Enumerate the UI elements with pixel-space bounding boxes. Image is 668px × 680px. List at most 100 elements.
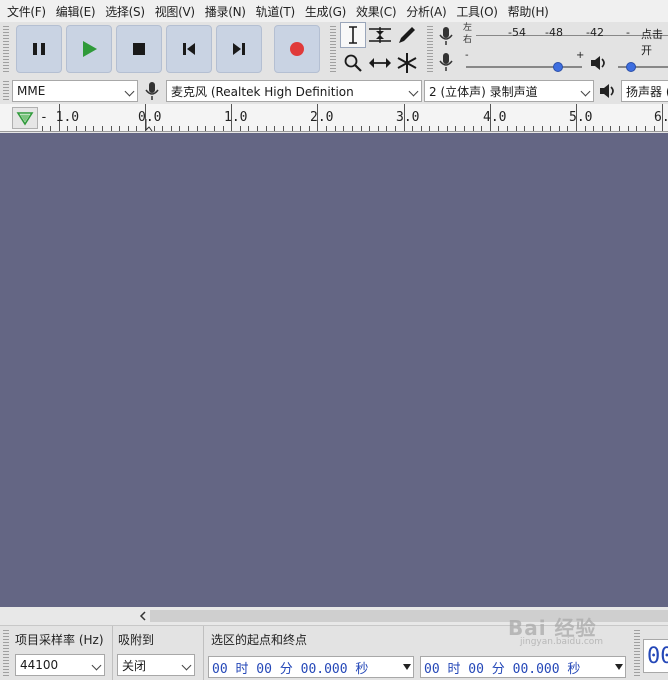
ruler-tick [472, 126, 474, 131]
stop-icon [133, 43, 145, 55]
speaker-icon [600, 84, 614, 98]
ruler-tick [119, 126, 121, 131]
ruler-tick [593, 126, 595, 131]
watermark-url: jingyan.baidu.com [520, 637, 604, 647]
ruler-tick [420, 126, 422, 131]
ruler-tick [162, 126, 164, 131]
ruler-tick [386, 126, 388, 131]
chevron-down-icon [181, 660, 192, 671]
snap-to-select[interactable]: 关闭 [117, 654, 195, 676]
channels-select[interactable]: 2 (立体声) 录制声道 [424, 80, 594, 102]
output-device-value: 扬声器 ( [626, 84, 668, 99]
menu-edit[interactable]: 编辑(E) [51, 3, 100, 20]
ruler-tick [196, 126, 198, 131]
menu-generate[interactable]: 生成(G) [300, 3, 351, 20]
skip-to-end-button[interactable] [216, 25, 262, 73]
project-rate-select[interactable]: 44100 [15, 654, 105, 676]
ruler-tick [93, 126, 95, 131]
snap-to-value: 关闭 [122, 658, 147, 673]
meter-tick: -48 [545, 26, 563, 39]
audio-host-value: MME [17, 84, 46, 98]
record-volume-slider[interactable] [466, 61, 582, 73]
record-icon [290, 42, 304, 56]
ruler-tick [265, 126, 267, 131]
ruler-label: 5.0 [569, 110, 593, 125]
output-device-select[interactable]: 扬声器 ( [621, 80, 668, 102]
menu-transport[interactable]: 播录(N) [200, 3, 251, 20]
menu-tools[interactable]: 工具(O) [451, 3, 502, 20]
skip-to-start-icon [183, 43, 195, 55]
record-button[interactable] [274, 25, 320, 73]
meter-grip[interactable] [427, 26, 433, 74]
microphone-icon [439, 27, 453, 45]
selection-start-time[interactable]: 00 时 00 分 00.000 秒 [208, 656, 414, 678]
input-device-select[interactable]: 麦克风 (Realtek High Definition [166, 80, 422, 102]
menu-tracks[interactable]: 轨道(T) [251, 3, 300, 20]
menu-file[interactable]: 文件(F) [2, 3, 51, 20]
cursor-icon [145, 119, 153, 132]
pause-button[interactable] [16, 25, 62, 73]
ruler-tick [282, 126, 284, 131]
stop-button[interactable] [116, 25, 162, 73]
meter-left-label: 左 [463, 23, 473, 33]
menu-analyze[interactable]: 分析(A) [401, 3, 451, 20]
meter-tick: - [626, 26, 630, 39]
selection-tool[interactable] [340, 22, 366, 48]
output-device-speaker [598, 82, 618, 103]
meter-click-hint: 点击开 [641, 28, 663, 57]
menu-view[interactable]: 视图(V) [150, 3, 200, 20]
skip-to-end-icon [233, 43, 245, 55]
audio-host-select[interactable]: MME [12, 80, 138, 102]
ruler-tick [455, 126, 457, 131]
audio-position-display[interactable]: 00 [643, 639, 668, 673]
track-area[interactable] [0, 133, 668, 607]
envelope-tool[interactable] [367, 22, 393, 48]
timeline-ruler[interactable]: - 1.0 0.0 1.0 2.0 3.0 4.0 5.0 6. [0, 104, 668, 132]
record-slider-max: + [576, 50, 585, 61]
ruler-tick [257, 126, 259, 131]
tools-grip[interactable] [330, 26, 336, 74]
time-shift-tool[interactable] [367, 50, 393, 76]
record-slider-min: - [465, 50, 469, 61]
record-meter[interactable]: -54 -48 -42 - 点击开 [476, 26, 668, 57]
meter-right-label: 右 [463, 35, 473, 45]
ruler-tick [351, 126, 353, 131]
ruler-tick [541, 126, 543, 131]
transport-grip[interactable] [3, 26, 9, 74]
multi-tool[interactable] [394, 50, 420, 76]
chevron-down-icon [580, 86, 591, 97]
selection-end-time[interactable]: 00 时 00 分 00.000 秒 [420, 656, 626, 678]
ruler-label: 3.0 [396, 110, 420, 125]
ruler-tick [213, 126, 215, 131]
ruler-tick [343, 126, 345, 131]
divider [203, 626, 204, 680]
device-grip[interactable] [3, 81, 9, 101]
project-rate-value: 44100 [20, 658, 59, 672]
play-head-button[interactable] [12, 107, 38, 129]
microphone-icon [439, 53, 453, 71]
playback-volume-knob[interactable] [626, 62, 636, 72]
menu-effect[interactable]: 效果(C) [351, 3, 401, 20]
ruler-tick [438, 126, 440, 131]
play-icon [83, 41, 97, 57]
menu-help[interactable]: 帮助(H) [503, 3, 554, 20]
selection-grip[interactable] [3, 630, 9, 678]
draw-tool[interactable] [394, 22, 420, 48]
record-meter-mic[interactable] [437, 26, 455, 49]
ruler-label: 1.0 [224, 110, 248, 125]
input-device-mic [143, 81, 161, 104]
channels-value: 2 (立体声) 录制声道 [429, 84, 538, 99]
ruler-tick [644, 126, 646, 131]
device-toolbar: MME 麦克风 (Realtek High Definition 2 (立体声)… [0, 78, 668, 104]
record-volume-knob[interactable] [552, 62, 563, 72]
menu-select[interactable]: 选择(S) [100, 3, 149, 20]
ruler-tick [76, 126, 78, 131]
time-grip[interactable] [634, 630, 640, 678]
scroll-left-arrow-icon[interactable] [138, 611, 148, 621]
ruler-tick [601, 126, 603, 131]
skip-to-start-button[interactable] [166, 25, 212, 73]
ruler-tick [610, 126, 612, 131]
zoom-tool[interactable] [340, 50, 366, 76]
play-button[interactable] [66, 25, 112, 73]
playback-volume-slider[interactable] [618, 61, 668, 73]
